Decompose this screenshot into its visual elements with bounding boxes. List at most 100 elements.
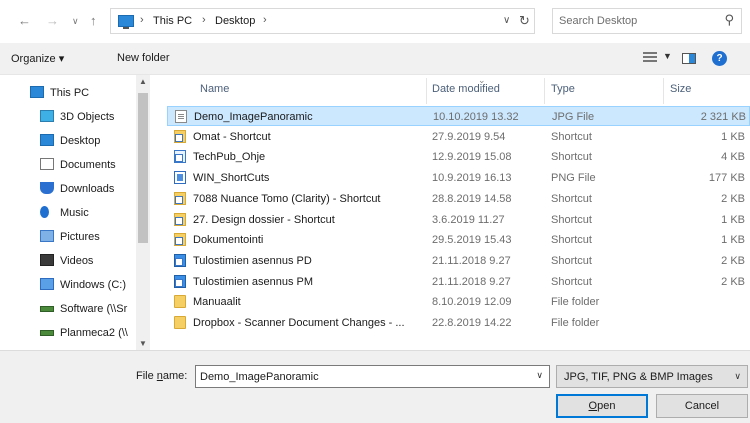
change-view-icon[interactable]: [643, 52, 657, 64]
column-divider[interactable]: [426, 78, 427, 104]
file-row[interactable]: 27. Design dossier - Shortcut 3.6.2019 11…: [167, 210, 750, 230]
file-date: 27.9.2019 9.54: [432, 130, 506, 143]
file-row[interactable]: 7088 Nuance Tomo (Clarity) - Shortcut 28.…: [167, 189, 750, 209]
open-button[interactable]: Open: [556, 394, 648, 418]
nav-item[interactable]: Downloads: [0, 179, 135, 199]
nav-item-label: 3D Objects: [60, 111, 115, 123]
column-header-size[interactable]: Size: [670, 83, 691, 95]
forward-arrow-icon[interactable]: →: [46, 12, 59, 30]
file-date: 28.8.2019 14.58: [432, 192, 512, 205]
breadcrumb-separator-icon[interactable]: ›: [140, 14, 144, 26]
nav-item[interactable]: Desktop: [0, 131, 135, 151]
file-type: PNG File: [551, 172, 596, 185]
pc-icon: [118, 15, 134, 29]
nav-item[interactable]: 3D Objects: [0, 107, 135, 127]
file-name: Demo_ImagePanoramic: [194, 111, 313, 123]
file-name: Tulostimien asennus PM: [193, 275, 314, 288]
file-type-filter-label: JPG, TIF, PNG & BMP Images: [564, 371, 713, 383]
png-file-icon: [174, 171, 186, 185]
breadcrumb-desktop[interactable]: Desktop: [215, 15, 255, 27]
breadcrumb-this-pc[interactable]: This PC: [153, 15, 192, 27]
filename-combobox[interactable]: ∨: [195, 365, 550, 388]
breadcrumb-separator-icon[interactable]: ›: [263, 14, 267, 26]
column-header-type[interactable]: Type: [551, 83, 575, 95]
file-row[interactable]: WIN_ShortCuts 10.9.2019 16.13 PNG File 177 …: [167, 168, 750, 188]
search-input[interactable]: [559, 13, 709, 29]
folder-icon: [174, 295, 186, 309]
nav-item[interactable]: Documents: [0, 155, 135, 175]
nav-item[interactable]: Videos: [0, 251, 135, 271]
file-row[interactable]: Omat - Shortcut 27.9.2019 9.54 Shortcut 1 K…: [167, 127, 750, 147]
nav-scrollbar-thumb[interactable]: [138, 93, 148, 243]
file-row[interactable]: Manuaalit 8.10.2019 12.09 File folder: [167, 292, 750, 312]
command-bar: Organize ▾ New folder ▼ ?: [0, 43, 750, 75]
file-date: 8.10.2019 12.09: [432, 296, 512, 309]
search-icon[interactable]: ⚲: [724, 12, 734, 28]
navigation-pane: This PC 3D Objects Desktop Documents Downloa…: [0, 75, 150, 350]
nav-item[interactable]: This PC: [0, 83, 135, 103]
recent-locations-chevron-icon[interactable]: ∨: [72, 12, 79, 30]
nav-item[interactable]: Software (\\Sr: [0, 299, 135, 319]
download-icon: [40, 182, 54, 194]
file-type: JPG File: [552, 111, 595, 123]
file-date: 21.11.2018 9.27: [432, 275, 511, 288]
file-date: 29.5.2019 15.43: [432, 234, 512, 247]
nav-item-label: Planmeca2 (\\: [60, 327, 128, 339]
back-arrow-icon[interactable]: ←: [18, 12, 31, 30]
pc-icon: [30, 86, 44, 98]
preview-pane-icon[interactable]: [682, 53, 696, 64]
help-icon[interactable]: ?: [712, 51, 727, 66]
shortcut-icon: [174, 191, 186, 205]
nav-item[interactable]: Pictures: [0, 227, 135, 247]
file-date: 21.11.2018 9.27: [432, 254, 511, 267]
refresh-icon[interactable]: ↻: [519, 13, 530, 29]
column-header-date[interactable]: Date modified: [432, 83, 500, 95]
column-divider[interactable]: [544, 78, 545, 104]
file-size: 2 KB: [721, 192, 745, 205]
scroll-up-icon[interactable]: ▲: [139, 77, 147, 86]
file-name: 7088 Nuance Tomo (Clarity) - Shortcut: [193, 192, 381, 205]
file-row[interactable]: Dokumentointi 29.5.2019 15.43 Shortcut 1 KB: [167, 230, 750, 250]
nav-scrollbar[interactable]: ▲ ▼: [136, 75, 150, 350]
up-arrow-icon[interactable]: ↑: [90, 12, 97, 30]
scroll-down-icon[interactable]: ▼: [139, 339, 147, 348]
videos-icon: [40, 254, 54, 266]
address-dropdown-icon[interactable]: ∨: [503, 15, 510, 26]
file-row[interactable]: Tulostimien asennus PM 21.11.2018 9.27 Sho…: [167, 272, 750, 292]
nav-item[interactable]: Planmeca2 (\\: [0, 323, 135, 343]
file-type-filter[interactable]: JPG, TIF, PNG & BMP Images ∨: [556, 365, 748, 388]
filename-input[interactable]: [200, 370, 520, 384]
nav-item-label: Videos: [60, 255, 94, 267]
address-bar[interactable]: › This PC › Desktop › ∨ ↻: [110, 8, 535, 34]
column-header-name[interactable]: Name: [200, 83, 229, 95]
file-row[interactable]: TechPub_Ohje 12.9.2019 15.08 Shortcut 4 KB: [167, 147, 750, 167]
file-name: Omat - Shortcut: [193, 130, 271, 143]
file-type: Shortcut: [551, 213, 592, 226]
file-date: 10.10.2019 13.32: [433, 111, 519, 123]
file-row[interactable]: Dropbox - Scanner Document Changes - ...…: [167, 313, 750, 333]
file-row[interactable]: Demo_ImagePanoramic 10.10.2019 13.32 JPG F…: [167, 106, 750, 126]
chevron-down-icon[interactable]: ∨: [536, 370, 543, 381]
chevron-down-icon[interactable]: ∨: [734, 371, 741, 382]
file-type: Shortcut: [551, 130, 592, 143]
jpg-file-icon: [175, 110, 187, 123]
organize-button[interactable]: Organize ▾: [11, 52, 64, 65]
file-size: 1 KB: [721, 130, 745, 143]
breadcrumb-separator-icon[interactable]: ›: [202, 14, 206, 26]
column-divider[interactable]: [663, 78, 664, 104]
file-row[interactable]: Tulostimien asennus PD 21.11.2018 9.27 Sho…: [167, 251, 750, 271]
file-name: Manuaalit: [193, 296, 241, 309]
file-list: ⌄ Name Date modified Type Size Demo_Imag…: [158, 75, 750, 350]
folder-icon: [174, 316, 186, 329]
filename-label: File name:: [136, 370, 187, 382]
nav-item[interactable]: Windows (C:): [0, 275, 135, 295]
view-options-dropdown-icon[interactable]: ▼: [663, 51, 672, 61]
new-folder-button[interactable]: New folder: [117, 52, 170, 64]
nav-item[interactable]: Music: [0, 203, 135, 223]
filename-label-part: ame:: [162, 370, 188, 382]
network-drive-icon: [40, 306, 54, 312]
shortcut-icon: [174, 129, 186, 143]
cancel-button[interactable]: Cancel: [656, 394, 748, 418]
file-name: Tulostimien asennus PD: [193, 254, 312, 267]
open-button-label: pen: [597, 400, 616, 412]
